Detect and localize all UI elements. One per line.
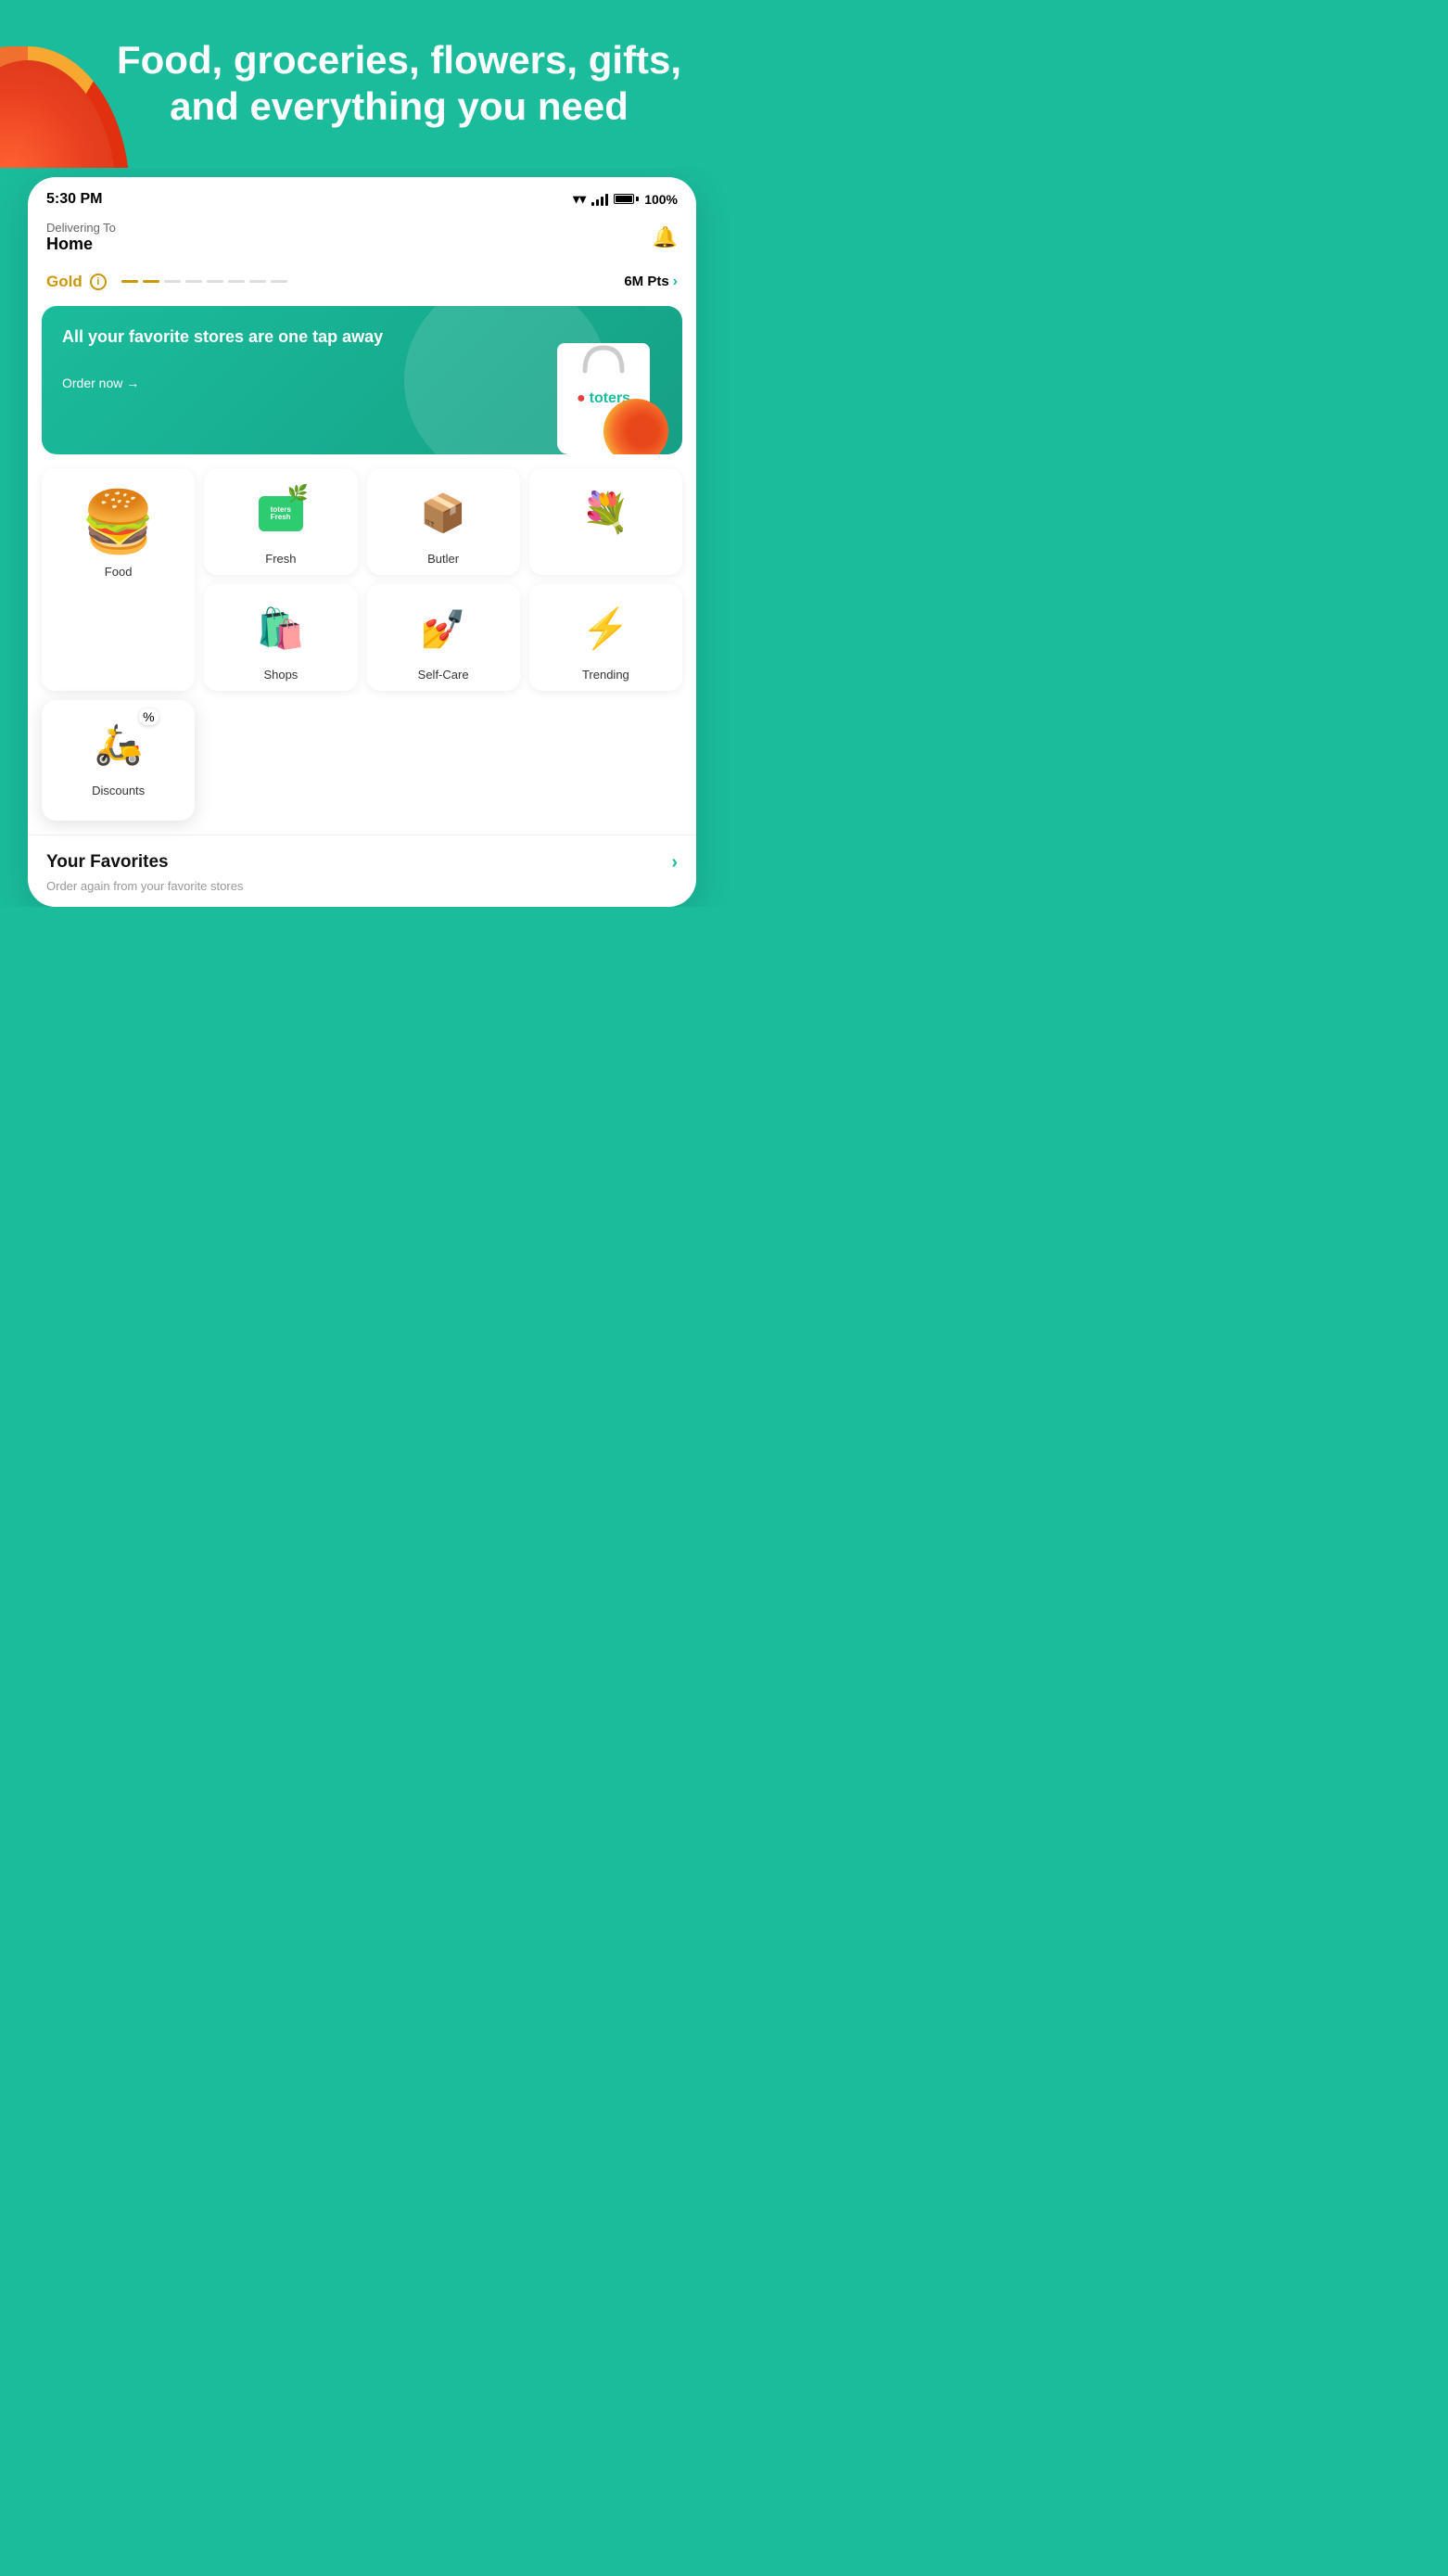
points-display[interactable]: 6M Pts ›	[624, 274, 678, 290]
gold-info-icon[interactable]: i	[90, 274, 107, 290]
delivering-to-label: Delivering To	[46, 221, 116, 235]
shops-label: Shops	[263, 668, 298, 682]
category-shops[interactable]: 🛍️ Shops	[204, 584, 357, 691]
wifi-icon: ▾▾	[573, 191, 586, 207]
progress-dot-4	[185, 280, 202, 283]
battery-icon	[614, 194, 639, 204]
status-time: 5:30 PM	[46, 191, 102, 208]
category-grid: 🍔 Food totersFresh 🌿 Fresh 📦 Butler 💐	[28, 468, 696, 835]
gold-label: Gold	[46, 273, 83, 291]
progress-dot-3	[164, 280, 181, 283]
gold-tier-row: Gold i 6M Pts ›	[28, 265, 696, 306]
status-icons: ▾▾ 100%	[573, 191, 678, 207]
fresh-label: Fresh	[265, 552, 296, 566]
selfcare-label: Self-Care	[418, 668, 469, 682]
progress-dot-2	[143, 280, 159, 283]
points-value: 6M Pts	[624, 274, 668, 289]
gold-tier-left: Gold i	[46, 273, 287, 291]
food-icon: 🍔	[82, 485, 156, 559]
favorites-section: Your Favorites › Order again from your f…	[28, 835, 696, 907]
favorites-chevron-icon[interactable]: ›	[671, 852, 678, 874]
banner-bag-illustration: ● toters	[539, 315, 668, 454]
trending-label: Trending	[582, 668, 629, 682]
category-discounts[interactable]: 🛵 % Discounts	[42, 700, 195, 821]
butler-label: Butler	[427, 552, 459, 566]
category-flowers[interactable]: 💐	[529, 468, 682, 575]
selfcare-icon: 💅	[411, 597, 476, 662]
gold-progress-dots	[121, 280, 287, 283]
status-bar: 5:30 PM ▾▾ 100%	[28, 177, 696, 215]
hero-section: Food, groceries, flowers, gifts, and eve…	[0, 0, 724, 168]
fresh-icon: totersFresh 🌿	[248, 481, 313, 546]
trending-icon: ⚡	[573, 597, 638, 662]
progress-dot-1	[121, 280, 138, 283]
discounts-icon: 🛵 %	[86, 713, 151, 778]
signal-icon	[591, 193, 608, 206]
progress-dot-5	[207, 280, 223, 283]
banner-headline: All your favorite stores are one tap awa…	[62, 326, 392, 348]
favorites-header[interactable]: Your Favorites ›	[46, 843, 678, 877]
hero-title: Food, groceries, flowers, gifts, and eve…	[28, 37, 696, 149]
location-text: Delivering To Home	[46, 221, 116, 254]
category-trending[interactable]: ⚡ Trending	[529, 584, 682, 691]
location-header: Delivering To Home 🔔	[28, 215, 696, 265]
location-value: Home	[46, 235, 116, 254]
phone-card: 5:30 PM ▾▾ 100% Delivering To	[28, 177, 696, 907]
category-fresh[interactable]: totersFresh 🌿 Fresh	[204, 468, 357, 575]
notification-bell-icon[interactable]: 🔔	[653, 225, 678, 249]
shops-icon: 🛍️	[248, 597, 313, 662]
favorites-subtitle: Order again from your favorite stores	[46, 879, 678, 893]
butler-icon: 📦	[411, 481, 476, 546]
battery-percentage: 100%	[644, 192, 678, 207]
progress-dot-8	[271, 280, 287, 283]
progress-dot-6	[228, 280, 245, 283]
banner-grapefruit	[603, 399, 668, 454]
points-chevron-icon: ›	[673, 274, 678, 290]
category-butler[interactable]: 📦 Butler	[367, 468, 520, 575]
favorites-title: Your Favorites	[46, 852, 169, 873]
promo-banner[interactable]: All your favorite stores are one tap awa…	[42, 306, 682, 454]
category-food[interactable]: 🍔 Food	[42, 468, 195, 691]
progress-dot-7	[249, 280, 266, 283]
discounts-label: Discounts	[92, 784, 145, 797]
flowers-icon: 💐	[573, 481, 638, 546]
food-label: Food	[105, 565, 133, 579]
category-selfcare[interactable]: 💅 Self-Care	[367, 584, 520, 691]
bottom-teal-area	[0, 907, 724, 963]
